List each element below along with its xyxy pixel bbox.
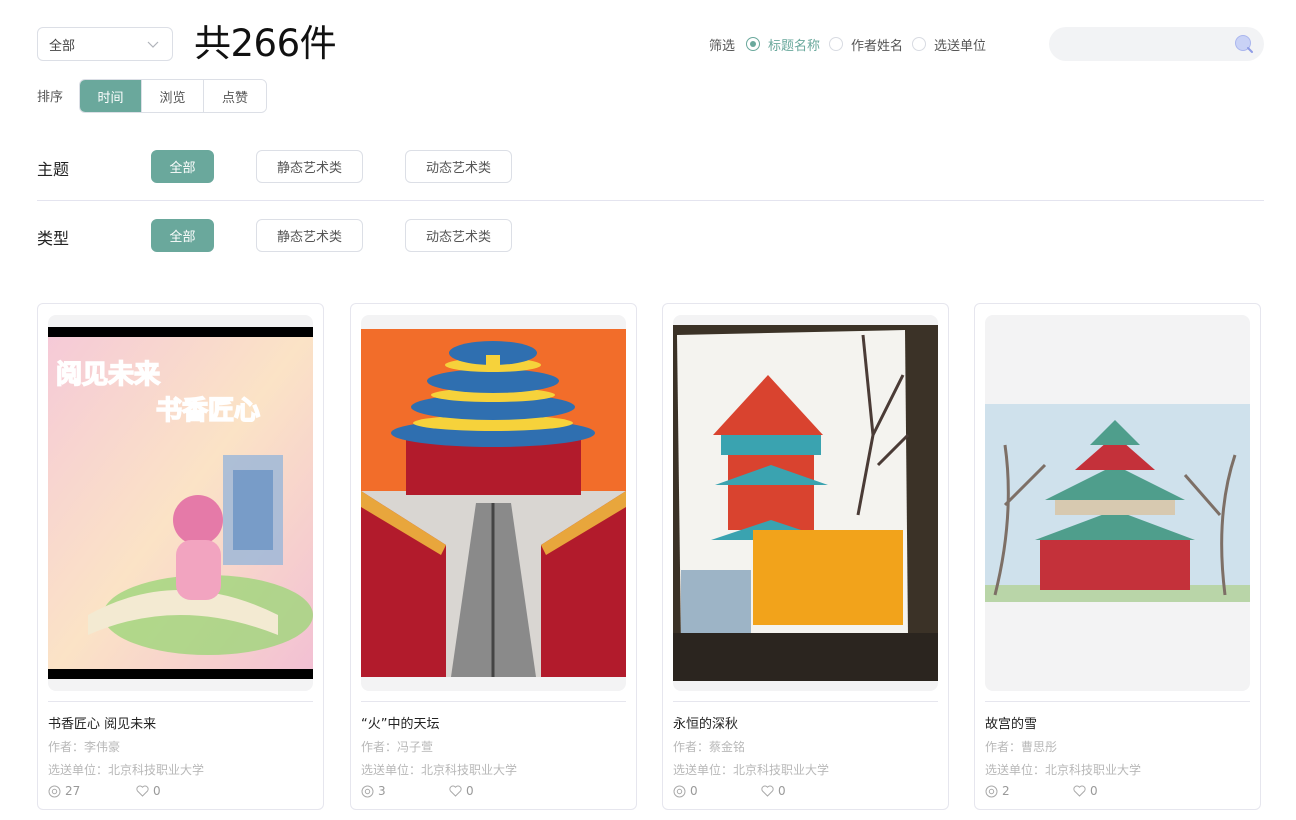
card-divider bbox=[48, 701, 313, 702]
artwork-author: 作者：曹思彤 bbox=[985, 740, 1058, 754]
artwork-title[interactable]: “火”中的天坛 bbox=[361, 713, 439, 732]
type-option-static[interactable]: 静态艺术类 bbox=[256, 219, 363, 252]
artwork-image[interactable] bbox=[985, 315, 1250, 691]
type-option-all[interactable]: 全部 bbox=[151, 219, 214, 252]
views-stat: 27 bbox=[48, 784, 80, 798]
likes-stat[interactable]: 0 bbox=[136, 784, 161, 798]
eye-icon bbox=[985, 785, 998, 797]
heart-icon bbox=[449, 785, 462, 797]
theme-option-static[interactable]: 静态艺术类 bbox=[256, 150, 363, 183]
artwork-card[interactable]: “火”中的天坛 作者：冯子萱 选送单位：北京科技职业大学 3 0 bbox=[350, 303, 637, 810]
views-stat: 2 bbox=[985, 784, 1010, 798]
radio-dot bbox=[746, 37, 761, 51]
artwork-stats: 27 0 bbox=[48, 784, 161, 798]
heart-icon bbox=[761, 785, 774, 797]
search-input[interactable] bbox=[1049, 27, 1264, 61]
eye-icon bbox=[673, 785, 686, 797]
radio-dot bbox=[829, 37, 844, 51]
filter-radio-label: 标题名称 bbox=[768, 38, 821, 54]
artwork-card[interactable]: 阅见未来 书香匠心 书香匠心 阅见未来 作者：李伟豪 选送单位：北京科技职业大学… bbox=[37, 303, 324, 810]
search-box bbox=[1049, 27, 1264, 61]
eye-icon bbox=[361, 785, 374, 797]
theme-label: 主题 bbox=[37, 160, 70, 179]
type-option-dynamic[interactable]: 动态艺术类 bbox=[405, 219, 512, 252]
filter-radio-label: 作者姓名 bbox=[851, 38, 904, 54]
artwork-card[interactable]: 故宫的雪 作者：曹思彤 选送单位：北京科技职业大学 2 0 bbox=[974, 303, 1261, 810]
sort-tab-time[interactable]: 时间 bbox=[80, 80, 142, 112]
sort-tab-views[interactable]: 浏览 bbox=[142, 80, 204, 112]
sort-tabs: 时间 浏览 点赞 bbox=[79, 79, 267, 113]
artwork-image[interactable] bbox=[361, 315, 626, 691]
chevron-down-icon bbox=[147, 41, 159, 48]
artwork-card[interactable]: 永恒的深秋 作者：蔡金铭 选送单位：北京科技职业大学 0 0 bbox=[662, 303, 949, 810]
card-divider bbox=[673, 701, 938, 702]
radio-dot bbox=[912, 37, 927, 51]
views-count: 27 bbox=[65, 784, 81, 798]
artwork-stats: 3 0 bbox=[361, 784, 474, 798]
artwork-unit: 选送单位：北京科技职业大学 bbox=[985, 763, 1142, 777]
filter-group: 筛选 标题名称 作者姓名 选送单位 bbox=[709, 34, 995, 54]
artwork-stats: 2 0 bbox=[985, 784, 1098, 798]
filter-radio-author[interactable]: 作者姓名 bbox=[829, 35, 903, 54]
artwork-image[interactable]: 阅见未来 书香匠心 bbox=[48, 315, 313, 691]
likes-count: 0 bbox=[153, 784, 161, 798]
heart-icon bbox=[1073, 785, 1086, 797]
image-caption: 阅见未来 bbox=[56, 360, 161, 390]
likes-stat[interactable]: 0 bbox=[1073, 784, 1098, 798]
views-count: 0 bbox=[690, 784, 698, 798]
total-count: 共266件 bbox=[194, 22, 337, 65]
filter-radio-unit[interactable]: 选送单位 bbox=[912, 35, 986, 54]
views-stat: 0 bbox=[673, 784, 698, 798]
search-icon[interactable] bbox=[1234, 34, 1254, 54]
theme-option-all[interactable]: 全部 bbox=[151, 150, 214, 183]
likes-count: 0 bbox=[778, 784, 786, 798]
artwork-unit: 选送单位：北京科技职业大学 bbox=[48, 763, 205, 777]
category-select-value: 全部 bbox=[49, 38, 76, 54]
artwork-image[interactable] bbox=[673, 315, 938, 691]
views-stat: 3 bbox=[361, 784, 386, 798]
heart-icon bbox=[136, 785, 149, 797]
artwork-author: 作者：蔡金铭 bbox=[673, 740, 746, 754]
sort-label: 排序 bbox=[37, 90, 64, 105]
sort-tab-likes[interactable]: 点赞 bbox=[204, 80, 266, 112]
artwork-unit: 选送单位：北京科技职业大学 bbox=[361, 763, 518, 777]
artwork-stats: 0 0 bbox=[673, 784, 786, 798]
card-divider bbox=[985, 701, 1250, 702]
type-label: 类型 bbox=[37, 229, 70, 248]
filter-label: 筛选 bbox=[709, 38, 736, 54]
artwork-title[interactable]: 书香匠心 阅见未来 bbox=[48, 713, 156, 732]
artwork-author: 作者：冯子萱 bbox=[361, 740, 434, 754]
divider bbox=[37, 200, 1264, 201]
card-divider bbox=[361, 701, 626, 702]
theme-option-dynamic[interactable]: 动态艺术类 bbox=[405, 150, 512, 183]
views-count: 3 bbox=[378, 784, 386, 798]
likes-count: 0 bbox=[1090, 784, 1098, 798]
artwork-unit: 选送单位：北京科技职业大学 bbox=[673, 763, 830, 777]
artwork-author: 作者：李伟豪 bbox=[48, 740, 121, 754]
likes-stat[interactable]: 0 bbox=[449, 784, 474, 798]
views-count: 2 bbox=[1002, 784, 1010, 798]
category-select[interactable]: 全部 bbox=[37, 27, 173, 61]
filter-radio-label: 选送单位 bbox=[934, 38, 987, 54]
artwork-title[interactable]: 永恒的深秋 bbox=[673, 713, 738, 732]
likes-stat[interactable]: 0 bbox=[761, 784, 786, 798]
image-caption: 书香匠心 bbox=[156, 396, 260, 426]
eye-icon bbox=[48, 785, 61, 797]
filter-radio-title[interactable]: 标题名称 bbox=[746, 35, 820, 54]
likes-count: 0 bbox=[466, 784, 474, 798]
artwork-title[interactable]: 故宫的雪 bbox=[985, 713, 1037, 732]
